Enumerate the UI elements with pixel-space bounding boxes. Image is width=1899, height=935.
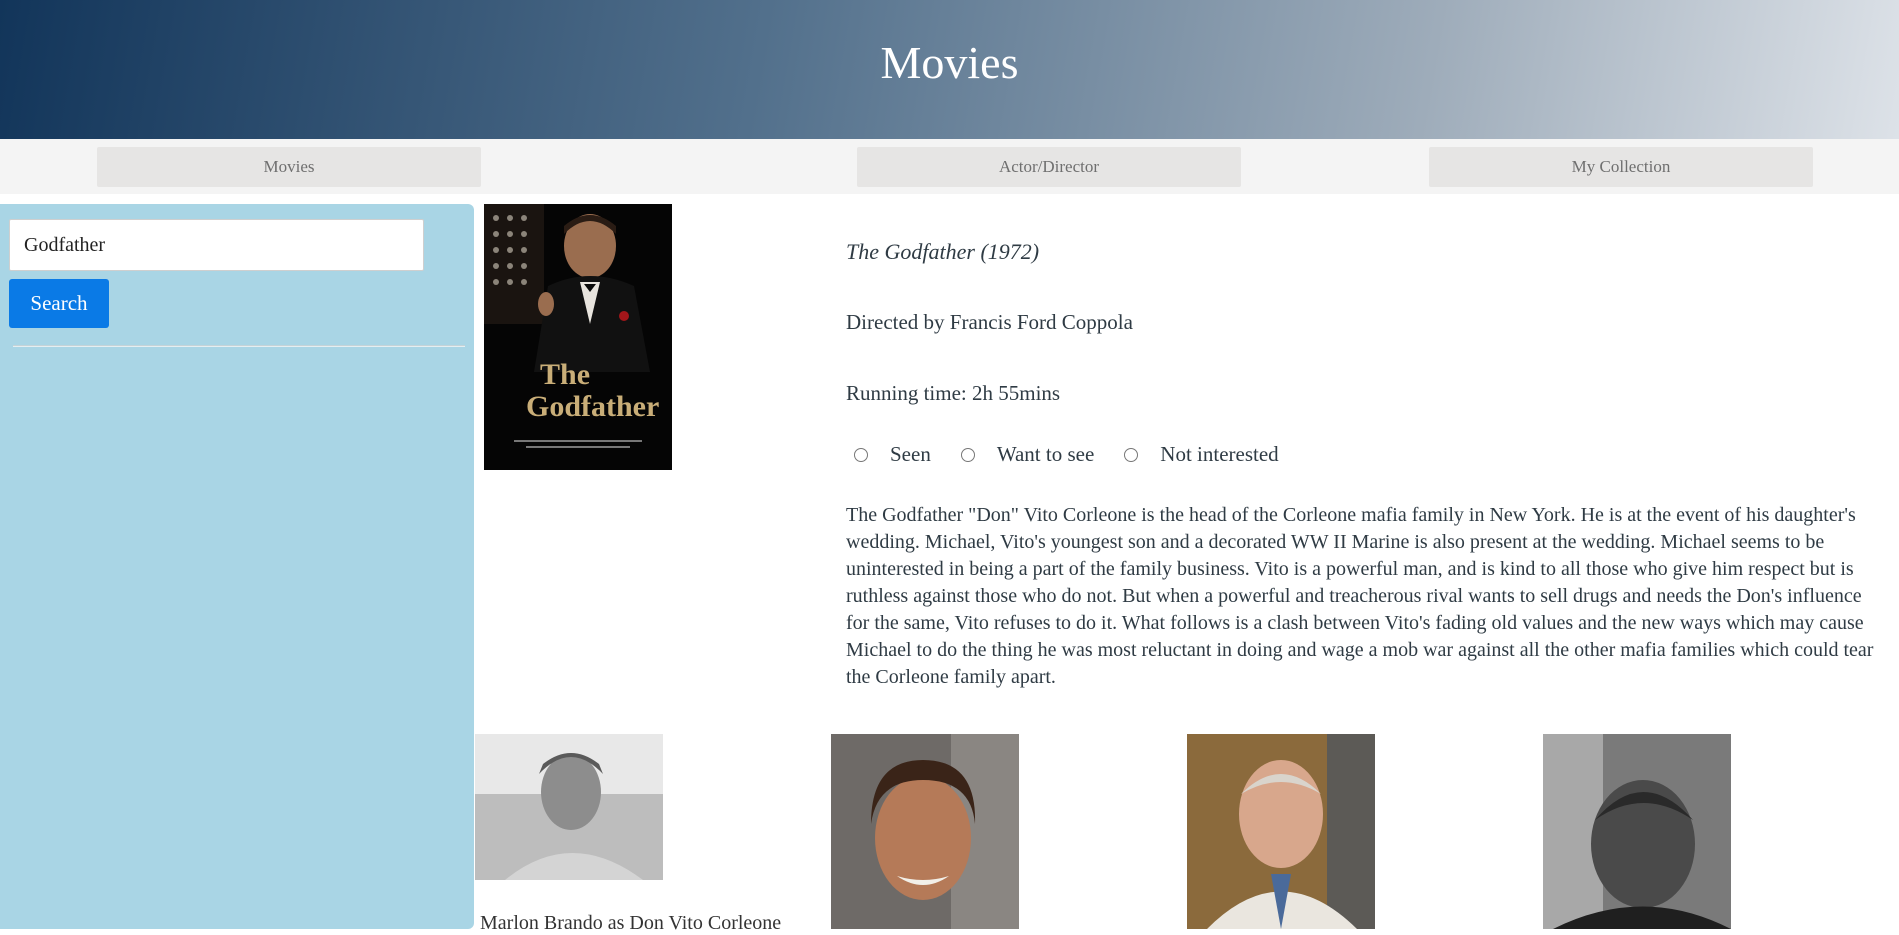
sidebar-divider <box>13 345 465 347</box>
search-sidebar: Search <box>0 204 474 929</box>
movie-title: The Godfather (1972) <box>846 239 1040 264</box>
watch-status-group: Seen Want to see Not interested <box>846 442 1301 467</box>
want-to-see-label: Want to see <box>996 442 1095 466</box>
movie-runtime: Running time: 2h 55mins <box>846 381 1061 405</box>
nav-bar: Movies Actor/Director My Collection <box>0 139 1899 194</box>
nav-movies-button[interactable]: Movies <box>97 147 481 187</box>
not-interested-radio[interactable] <box>1124 447 1139 462</box>
want-to-see-radio[interactable] <box>960 447 975 462</box>
cast-photo-3[interactable] <box>1187 734 1375 929</box>
nav-actor-director-button[interactable]: Actor/Director <box>857 147 1241 187</box>
page-title: Movies <box>880 37 1019 88</box>
search-input[interactable] <box>9 219 424 271</box>
cast-photo-4[interactable] <box>1543 734 1731 929</box>
cast-name-1: Marlon Brando as Don Vito Corleone <box>480 912 782 934</box>
svg-text:The: The <box>540 358 590 391</box>
page-header: Movies <box>0 0 1899 139</box>
movie-director: Directed by Francis Ford Coppola <box>846 310 1133 334</box>
movie-poster: The Godfather <box>484 204 672 470</box>
svg-text:Godfather: Godfather <box>526 390 659 423</box>
movie-plot: The Godfather "Don" Vito Corleone is the… <box>846 504 1874 688</box>
seen-label: Seen <box>890 442 931 466</box>
seen-radio[interactable] <box>854 447 868 462</box>
cast-photo-1[interactable] <box>475 734 663 880</box>
cast-photo-2[interactable] <box>831 734 1019 929</box>
search-button[interactable]: Search <box>9 279 109 328</box>
nav-my-collection-button[interactable]: My Collection <box>1429 147 1813 187</box>
not-interested-label: Not interested <box>1160 442 1279 466</box>
